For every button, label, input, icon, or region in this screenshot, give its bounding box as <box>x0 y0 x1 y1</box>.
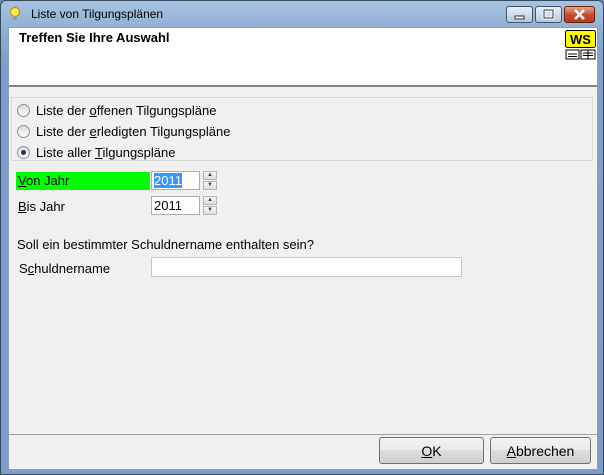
bis-jahr-input[interactable]: 2011 <box>151 196 200 215</box>
radio-button[interactable] <box>17 103 30 117</box>
list-options-group: Liste der offenen Tilgungspläne Liste de… <box>11 97 593 161</box>
spin-down-button[interactable]: ▼ <box>203 181 217 190</box>
close-button[interactable] <box>564 6 595 23</box>
schuldnername-post: huldnername <box>34 261 111 276</box>
radio-label: Liste der offenen Tilgungspläne <box>36 103 216 118</box>
lightbulb-icon <box>10 6 20 20</box>
cancel-button[interactable]: Abbrechen <box>490 437 591 464</box>
ok-key: O <box>421 442 433 459</box>
von-jahr-input[interactable]: 2011 <box>151 171 200 190</box>
radio-alle[interactable]: Liste aller Tilgungspläne <box>17 143 176 161</box>
app-logo: WS <box>565 30 596 60</box>
radio-label: Liste der erledigten Tilgungspläne <box>36 124 230 139</box>
spin-up-button[interactable]: ▲ <box>203 171 217 180</box>
dialog-client-area: Treffen Sie Ihre Auswahl WS Liste der of… <box>8 27 598 470</box>
header-title: Treffen Sie Ihre Auswahl <box>19 30 170 45</box>
svg-text:WS: WS <box>570 32 591 47</box>
window-title: Liste von Tilgungsplänen <box>31 7 164 21</box>
schuldnername-label: Schuldnername <box>19 261 110 276</box>
footer-divider <box>9 434 597 435</box>
bis-jahr-key: B <box>18 199 27 214</box>
bis-jahr-label: Bis Jahr <box>18 199 65 214</box>
radio-button[interactable] <box>17 124 30 138</box>
radio-label-post: rledigten Tilgungspläne <box>96 123 231 139</box>
schuldnername-pre: S <box>19 261 28 276</box>
ok-rest: K <box>432 442 442 459</box>
ok-button[interactable]: OK <box>379 437 484 464</box>
von-jahr-label: Von Jahr <box>18 173 69 188</box>
schuldnername-input[interactable] <box>151 257 462 277</box>
header-panel: Treffen Sie Ihre Auswahl WS <box>9 28 597 87</box>
bis-jahr-spinner: ▲ ▼ <box>203 196 217 215</box>
spin-up-button[interactable]: ▲ <box>203 196 217 205</box>
cancel-key: A <box>506 442 516 459</box>
radio-label-pre: Liste der <box>36 123 90 139</box>
radio-button-checked[interactable] <box>17 145 30 159</box>
radio-label-post: ffenen Tilgungspläne <box>96 102 217 118</box>
radio-erledigte[interactable]: Liste der erledigten Tilgungspläne <box>17 122 230 140</box>
von-jahr-value: 2011 <box>154 173 182 188</box>
radio-label-pre: Liste aller <box>36 144 96 160</box>
radio-offene[interactable]: Liste der offenen Tilgungspläne <box>17 101 216 119</box>
radio-label: Liste aller Tilgungspläne <box>36 145 176 160</box>
minimize-icon <box>514 15 525 20</box>
cancel-rest: bbrechen <box>515 442 575 459</box>
schuldner-question: Soll ein bestimmter Schuldnername enthal… <box>17 237 315 252</box>
title-bar[interactable]: Liste von Tilgungsplänen <box>1 1 603 27</box>
maximize-button[interactable] <box>535 6 562 23</box>
bis-jahr-value: 2011 <box>154 198 182 213</box>
von-jahr-spinner: ▲ ▼ <box>203 171 217 190</box>
spin-down-button[interactable]: ▼ <box>203 206 217 215</box>
close-icon <box>574 9 585 20</box>
maximize-icon <box>542 8 555 20</box>
radio-label-post: ilgungspläne <box>102 144 176 160</box>
bis-jahr-rest: is Jahr <box>26 199 65 214</box>
von-jahr-rest: on Jahr <box>25 173 70 188</box>
dialog-window: Liste von Tilgungsplänen Treffen Sie Ihr… <box>0 0 604 475</box>
radio-label-key: o <box>89 102 97 118</box>
radio-label-key: e <box>89 123 97 139</box>
radio-label-pre: Liste der <box>36 102 90 118</box>
minimize-button[interactable] <box>506 6 533 23</box>
von-jahr-key: V <box>18 173 26 188</box>
